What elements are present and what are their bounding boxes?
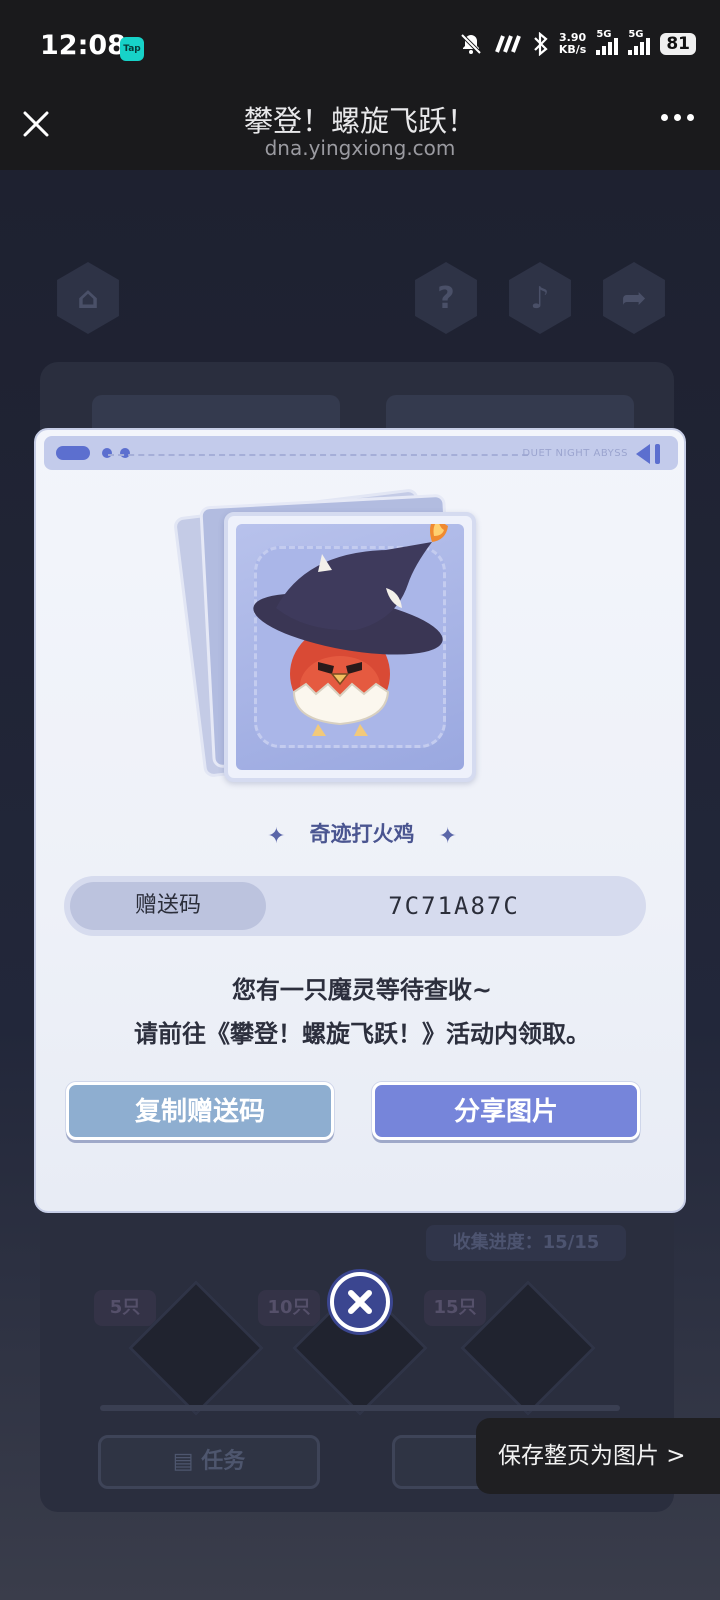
web-title-bar: 攀登！螺旋飞跃！ dna.yingxiong.com: [0, 90, 720, 170]
gift-code-label: 赠送码: [70, 882, 266, 930]
close-dialog-button[interactable]: [330, 1272, 390, 1332]
bluetooth-icon: [534, 32, 548, 56]
header-brand-text: DUET NIGHT ABYSS: [522, 448, 628, 459]
header-decoration: [120, 448, 130, 458]
page-title: 攀登！螺旋飞跃！: [243, 104, 476, 138]
message-line-2: 请前往《攀登！螺旋飞跃！》活动内领取。: [134, 1020, 590, 1048]
gift-code-field: 赠送码 7C71A87C: [64, 876, 646, 936]
header-arrow-icon: [636, 444, 650, 464]
sparkle-icon: ✦: [267, 824, 286, 849]
pet-card: [224, 512, 476, 782]
page-url: dna.yingxiong.com: [264, 136, 456, 160]
pet-card-inner: [236, 524, 464, 770]
share-image-button[interactable]: 分享图片: [372, 1082, 640, 1140]
save-page-as-image-button[interactable]: 保存整页为图片 >: [476, 1418, 720, 1494]
network-speed: 3.90 KB/s: [558, 31, 587, 56]
signal-strength-2-icon: 5G: [628, 29, 651, 55]
header-decoration: [56, 446, 90, 460]
nfc-icon: [494, 35, 521, 53]
copy-code-button[interactable]: 复制赠送码: [66, 1082, 334, 1140]
task-icon: ▤: [172, 1449, 202, 1474]
header-decoration: [655, 444, 660, 464]
sparkle-icon: ✦: [438, 824, 457, 849]
status-time: 12:08: [40, 30, 126, 61]
taptap-notification-icon: Tap: [120, 37, 144, 61]
milestone-badge: 10只: [258, 1290, 320, 1326]
header-decoration: [108, 454, 528, 456]
milestone-badge: 5只: [94, 1290, 156, 1326]
task-button: ▤ 任务: [98, 1435, 320, 1489]
message-line-1: 您有一只魔灵等待查收~: [231, 976, 493, 1004]
mute-bell-icon: [460, 33, 482, 55]
dialog-header: DUET NIGHT ABYSS: [44, 436, 678, 470]
status-icons: 3.90 KB/s 5G 5G 81: [459, 29, 696, 56]
gift-code-dialog: DUET NIGHT ABYSS ✦ 奇迹打火鸡 ✦ 赠送码 7C71A87C …: [34, 428, 686, 1213]
header-decoration: [102, 448, 112, 458]
pet-name: 奇迹打火鸡: [309, 822, 415, 846]
progress-track: [100, 1405, 620, 1411]
pet-name-row: ✦ 奇迹打火鸡 ✦: [36, 818, 684, 849]
signal-strength-1-icon: 5G: [596, 29, 619, 55]
gift-code-value: 7C71A87C: [388, 892, 520, 920]
fire-chick-pet-image: [253, 524, 448, 736]
collection-progress: 收集进度：15/15: [426, 1225, 626, 1261]
battery-indicator: 81: [660, 33, 696, 55]
status-bar: 12:08 Tap 3.90 KB/s 5G 5G 81: [0, 0, 720, 90]
milestone-badge: 15只: [424, 1290, 486, 1326]
more-options-icon[interactable]: [661, 114, 694, 121]
close-icon: [348, 1290, 372, 1314]
